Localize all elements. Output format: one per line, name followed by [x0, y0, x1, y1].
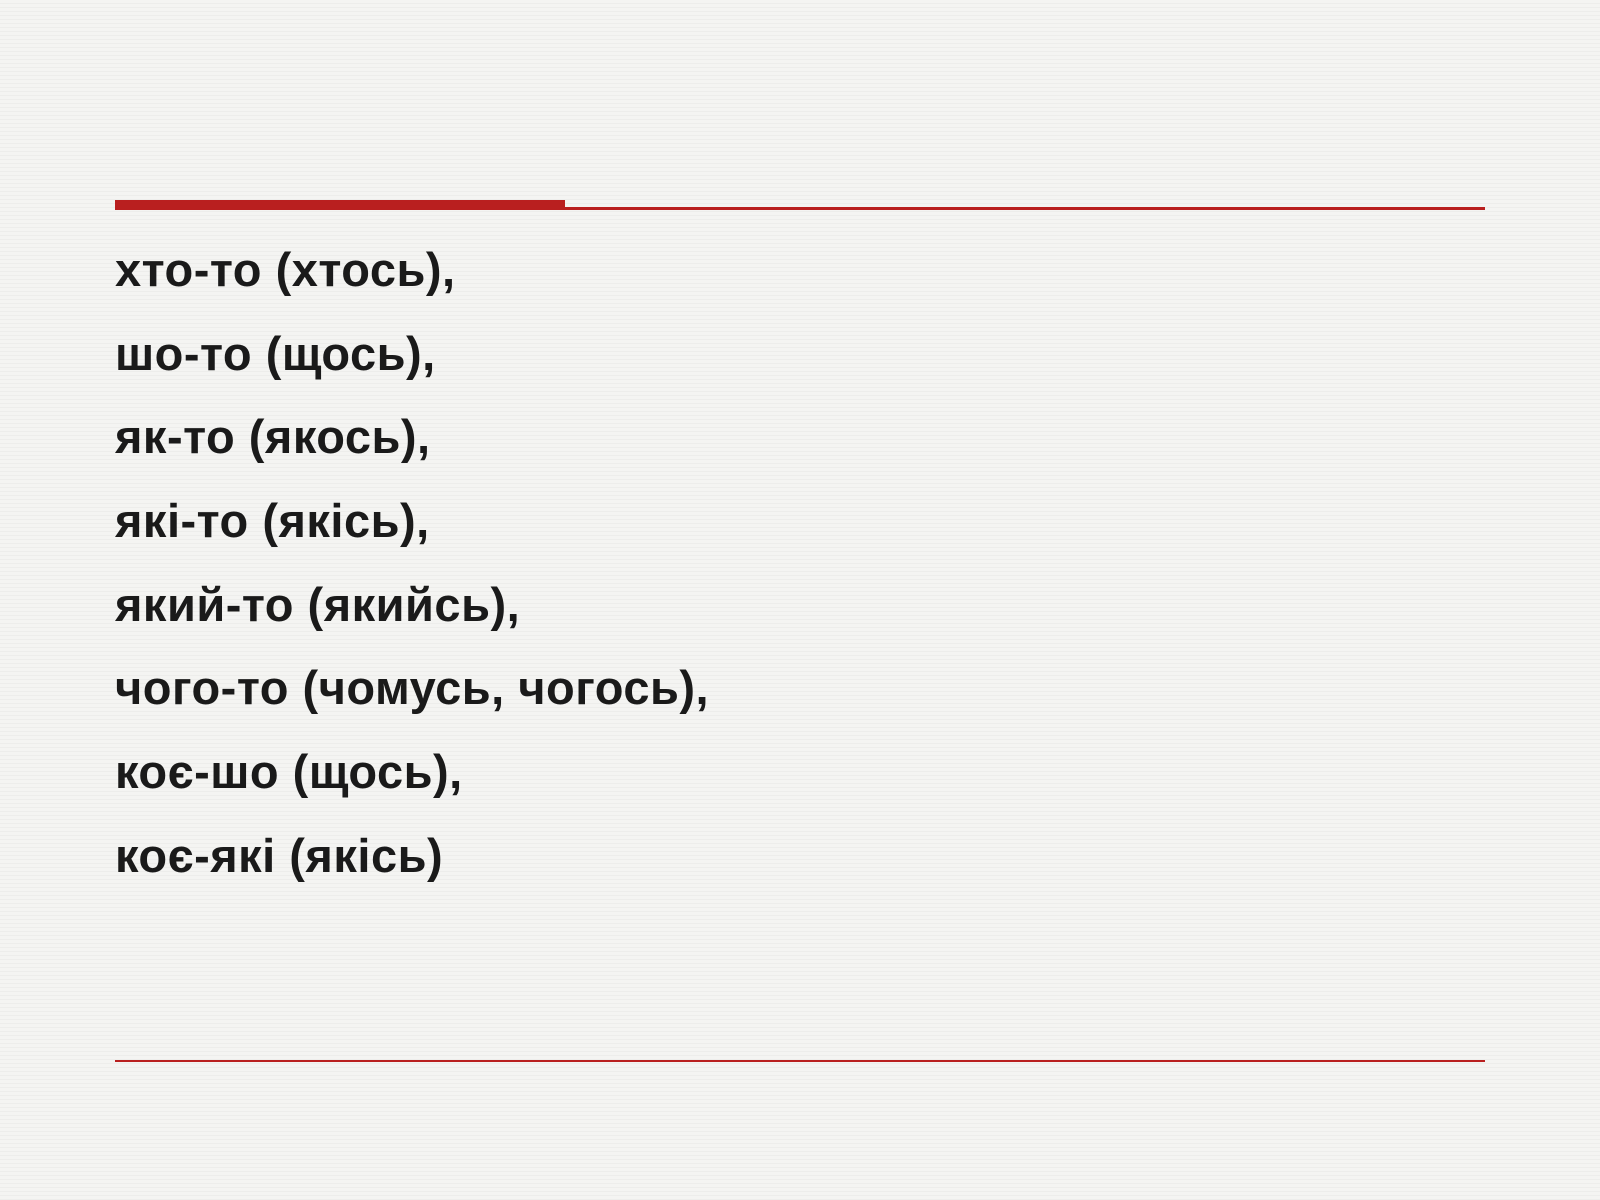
text-line: який-то (якийсь), — [115, 563, 1485, 647]
top-rule — [115, 200, 1485, 210]
top-rule-thick — [115, 200, 565, 210]
text-line: як-то (якось), — [115, 395, 1485, 479]
bottom-rule — [115, 1060, 1485, 1062]
text-line: коє-шо (щось), — [115, 730, 1485, 814]
text-line: хто-то (хтось), — [115, 228, 1485, 312]
text-line: шо-то (щось), — [115, 312, 1485, 396]
text-line: коє-які (якісь) — [115, 814, 1485, 898]
text-line: чого-то (чомусь, чогось), — [115, 646, 1485, 730]
text-line: які-то (якісь), — [115, 479, 1485, 563]
top-rule-thin — [565, 207, 1485, 210]
slide-container: хто-то (хтось), шо-то (щось), як-то (яко… — [0, 0, 1600, 1200]
content-block: хто-то (хтось), шо-то (щось), як-то (яко… — [115, 228, 1485, 897]
